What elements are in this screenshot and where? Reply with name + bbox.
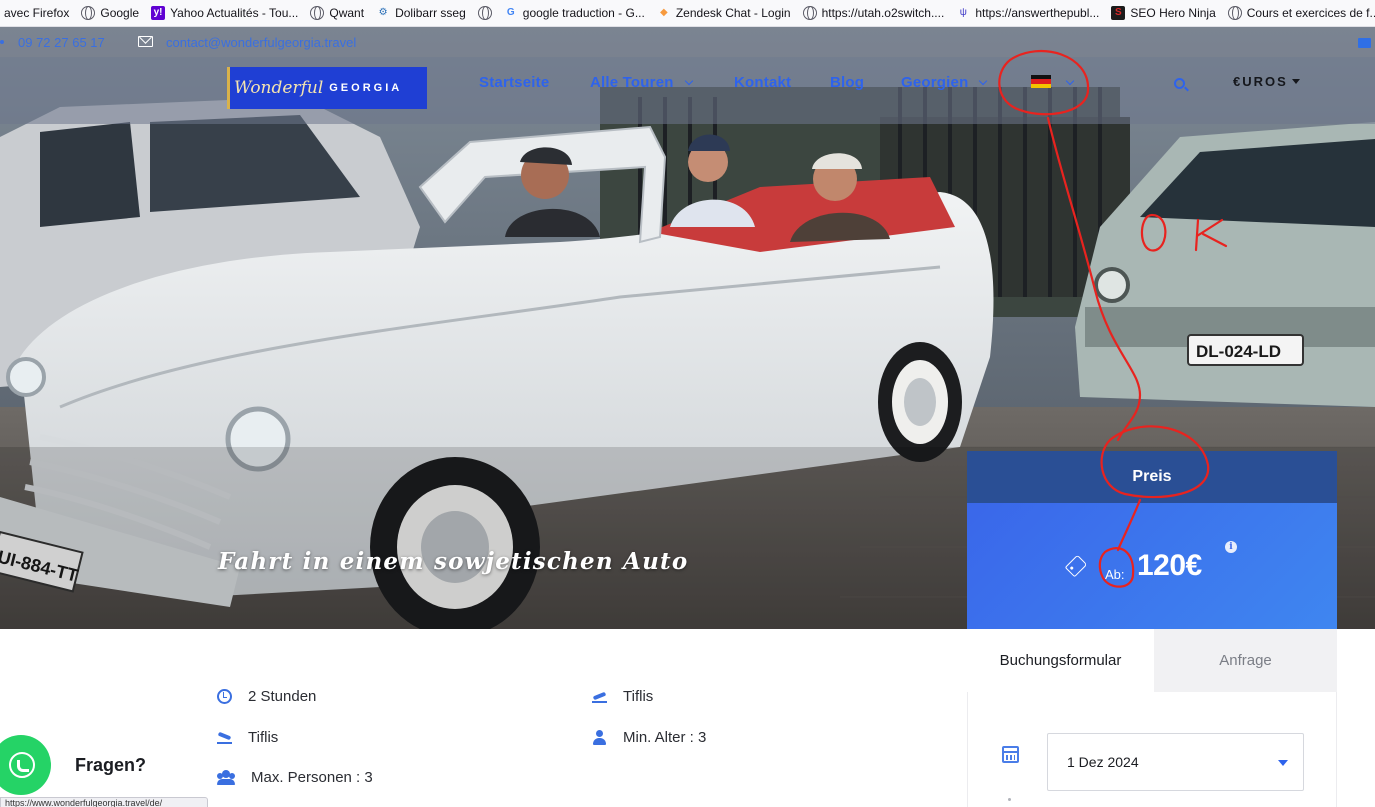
dolibarr-icon: ⚙ [378, 7, 388, 18]
bookmark-label: https://utah.o2switch.... [821, 6, 945, 20]
bookmark-google-translate[interactable]: Ggoogle traduction - G... [500, 0, 653, 26]
tab-anfrage[interactable]: Anfrage [1154, 629, 1337, 692]
bookmark-qwant[interactable]: Qwant [306, 0, 372, 26]
whatsapp-button[interactable] [0, 735, 51, 795]
price-value: 120€ [1137, 549, 1202, 582]
logo-script: Wonderful [234, 78, 324, 98]
bookmark-cours[interactable]: Cours et exercices de f... [1224, 0, 1375, 26]
booking-form: 1 Dez 2024 [967, 692, 1337, 807]
bookmarks-bar: avec Firefox Google y! Yahoo Actualités -… [0, 0, 1375, 27]
bookmark-label: SEO Hero Ninja [1130, 6, 1216, 20]
google-icon: G [506, 7, 515, 18]
bookmark-label: Zendesk Chat - Login [675, 6, 791, 20]
bookmark-firefox[interactable]: avec Firefox [0, 0, 77, 26]
globe-icon [1227, 6, 1242, 20]
nav-alle-touren[interactable]: Alle Touren [590, 74, 693, 91]
caret-down-icon [1291, 79, 1300, 84]
whatsapp-icon [9, 752, 35, 778]
clock-icon [217, 689, 232, 704]
date-select[interactable]: 1 Dez 2024 [1047, 733, 1304, 791]
language-chevron-icon[interactable] [1065, 76, 1075, 86]
select-caret-icon [1278, 760, 1288, 766]
globe-icon [802, 6, 817, 20]
mail-icon [138, 36, 153, 47]
email-link[interactable]: contact@wonderfulgeorgia.travel [166, 35, 356, 50]
chevron-down-icon [684, 76, 693, 86]
bookmark-label: Google [100, 6, 140, 20]
price-tag-icon [1064, 554, 1088, 578]
duration-text: 2 Stunden [248, 688, 317, 705]
bookmark-label: Yahoo Actualités - Tou... [170, 6, 299, 20]
bookmark-globe[interactable] [474, 0, 500, 26]
detail-duration: 2 Stunden [217, 688, 316, 705]
phone-link[interactable]: 09 72 27 65 17 [18, 35, 105, 50]
tab-buchungsformular[interactable]: Buchungsformular [967, 629, 1154, 692]
currency-selector[interactable]: €UROS [1233, 74, 1300, 89]
site-logo[interactable]: Wonderful GEORGIA [227, 67, 427, 109]
seo-hero-icon: S [1111, 6, 1126, 20]
status-bar-url: https://www.wonderfulgeorgia.travel/de/ [0, 797, 208, 807]
bookmark-zendesk[interactable]: ◆ Zendesk Chat - Login [653, 0, 799, 26]
tour-title: Fahrt in einem sowjetischen Auto [218, 548, 689, 575]
bookmark-answerthepublic[interactable]: ψ https://answerthepubl... [952, 0, 1107, 26]
arrival-text: Tiflis [248, 729, 279, 746]
globe-icon [310, 6, 325, 20]
plane-departure-icon [592, 689, 607, 704]
german-flag-icon[interactable] [1031, 75, 1051, 88]
bookmark-google[interactable]: Google [77, 0, 147, 26]
users-icon [217, 770, 235, 785]
plane-arrival-icon [217, 730, 232, 745]
date-value: 1 Dez 2024 [1067, 754, 1139, 770]
bookmark-dolibarr[interactable]: ⚙ Dolibarr sseg [372, 0, 474, 26]
user-icon [592, 730, 607, 745]
departure-text: Tiflis [623, 688, 654, 705]
chat-label[interactable]: Fragen? [75, 755, 146, 776]
main-navigation: Wonderful GEORGIA Startseite Alle Touren… [0, 57, 1375, 124]
bookmark-label: https://answerthepubl... [975, 6, 1100, 20]
price-from-label: Ab: [1105, 567, 1125, 582]
nav-georgien[interactable]: Georgien [901, 74, 988, 91]
booking-tabs: Buchungsformular Anfrage [967, 629, 1337, 692]
globe-icon [477, 6, 492, 20]
bullet-dot [0, 40, 4, 44]
form-bullet [1008, 798, 1011, 801]
min-age-text: Min. Alter : 3 [623, 729, 707, 746]
nav-startseite[interactable]: Startseite [479, 74, 549, 91]
search-icon[interactable] [1174, 78, 1185, 89]
contact-bar: 09 72 27 65 17 contact@wonderfulgeorgia.… [0, 27, 1375, 57]
nav-label: Alle Touren [590, 74, 674, 91]
bookmark-label: Dolibarr sseg [395, 6, 466, 20]
price-box: Ab: 120€ i [967, 503, 1337, 629]
bookmark-label: Cours et exercices de f... [1246, 6, 1375, 20]
chevron-down-icon [979, 76, 988, 86]
max-people-text: Max. Personen : 3 [251, 769, 373, 786]
detail-min-age: Min. Alter : 3 [592, 729, 706, 746]
bookmark-yahoo[interactable]: y! Yahoo Actualités - Tou... [147, 0, 306, 26]
nav-blog[interactable]: Blog [830, 74, 864, 91]
detail-departure: Tiflis [592, 688, 653, 705]
logo-caps: GEORGIA [329, 82, 403, 94]
detail-arrival: Tiflis [217, 729, 278, 746]
nav-kontakt[interactable]: Kontakt [734, 74, 791, 91]
bookmark-o2switch[interactable]: https://utah.o2switch.... [799, 0, 953, 26]
yahoo-icon: y! [151, 6, 166, 20]
price-header: Preis [967, 451, 1337, 503]
bookmark-label: google traduction - G... [522, 6, 645, 20]
bookmark-label: Qwant [329, 6, 365, 20]
tour-details: 2 Stunden Tiflis Tiflis Min. Alter : 3 M… [0, 629, 967, 807]
calendar-icon [1002, 746, 1019, 763]
license-plate: DL-024-LD [1196, 342, 1281, 361]
info-icon[interactable]: i [1225, 541, 1237, 553]
answerthepublic-icon: ψ [959, 7, 967, 18]
nav-label: Georgien [901, 74, 969, 91]
bookmark-seo-hero[interactable]: S SEO Hero Ninja [1107, 0, 1223, 26]
zendesk-icon: ◆ [659, 7, 668, 18]
detail-max-people: Max. Personen : 3 [217, 769, 373, 786]
envelope-icon[interactable] [1358, 38, 1371, 48]
globe-icon [81, 6, 96, 20]
bookmark-label: avec Firefox [4, 6, 70, 20]
currency-label: €UROS [1233, 74, 1288, 89]
